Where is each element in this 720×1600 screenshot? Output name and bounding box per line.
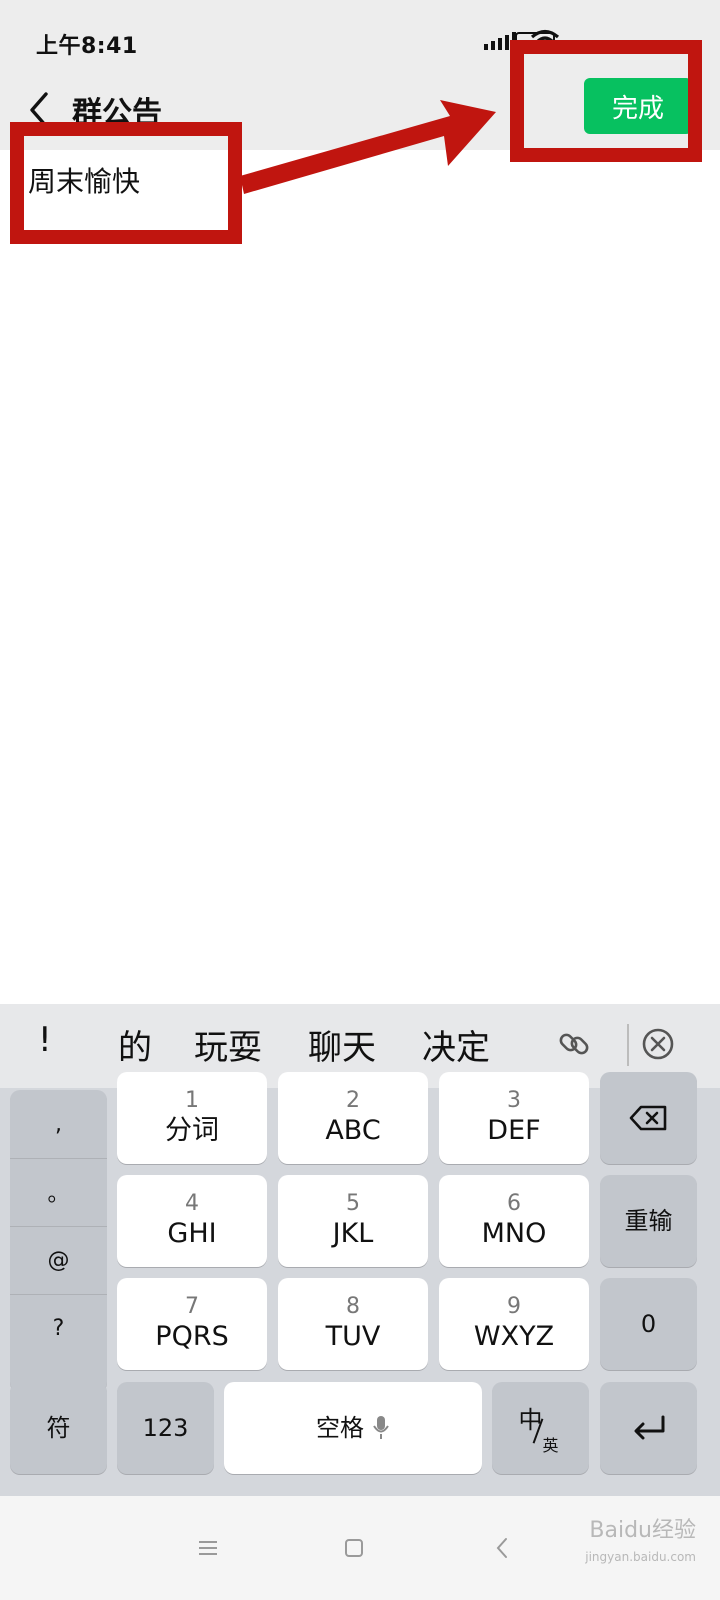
key-6[interactable]: 6 MNO	[439, 1175, 589, 1267]
key-number: 1	[185, 1088, 199, 1113]
key-label: PQRS	[155, 1321, 229, 1352]
key-label: TUV	[325, 1321, 381, 1352]
enter-icon	[634, 1415, 664, 1440]
home-button[interactable]	[332, 1526, 376, 1570]
key-3[interactable]: 3 DEF	[439, 1072, 589, 1164]
space-key[interactable]: 空格	[224, 1382, 482, 1474]
candidate-item[interactable]: 聊天	[308, 1020, 376, 1069]
menu-button[interactable]	[186, 1526, 230, 1570]
punctuation-key[interactable]: ?	[10, 1294, 107, 1362]
annotation-arrow-icon	[240, 100, 496, 194]
key-label: JKL	[332, 1218, 374, 1249]
watermark: Baidu经验 jingyan.baidu.com	[585, 1518, 696, 1570]
punctuation-column: , 。 @ ?	[10, 1090, 107, 1392]
punctuation-key[interactable]: 。	[10, 1158, 107, 1227]
key-number: 2	[346, 1088, 360, 1113]
back-nav-icon	[496, 1538, 507, 1558]
link-icon[interactable]	[556, 1026, 592, 1062]
language-switch-labels: 中 英	[511, 1398, 571, 1458]
key-number: 8	[346, 1294, 360, 1319]
key-label: 123	[142, 1414, 189, 1442]
key-label: DEF	[487, 1115, 541, 1146]
watermark-sub: jingyan.baidu.com	[585, 1550, 696, 1564]
backspace-key[interactable]	[600, 1072, 697, 1164]
number-mode-key[interactable]: 123	[117, 1382, 214, 1474]
watermark-text: Baidu经验	[589, 1518, 696, 1543]
notice-editor[interactable]: 周末愉快	[0, 150, 720, 1000]
punctuation-key[interactable]: ,	[10, 1090, 107, 1159]
home-icon	[345, 1539, 363, 1557]
keyboard: ! 的 玩耍 聊天 决定 , 。 @ ? 1 分词 2 ABC 3 DEF 4 …	[0, 1004, 720, 1496]
back-nav-button[interactable]	[480, 1526, 524, 1570]
candidate-item[interactable]: 决定	[422, 1020, 490, 1069]
key-number: 9	[507, 1294, 521, 1319]
key-number: 3	[507, 1088, 521, 1113]
key-number: 4	[185, 1191, 199, 1216]
reinput-key[interactable]: 重输	[600, 1175, 697, 1267]
key-5[interactable]: 5 JKL	[278, 1175, 428, 1267]
key-label: 重输	[624, 1207, 673, 1235]
system-nav-bar: Baidu经验 jingyan.baidu.com	[0, 1496, 720, 1600]
key-label: GHI	[167, 1218, 217, 1249]
key-number: 5	[346, 1191, 360, 1216]
candidate-item[interactable]: 玩耍	[194, 1020, 262, 1069]
candidate-item[interactable]: 的	[118, 1020, 152, 1069]
key-label: 符	[46, 1414, 71, 1442]
symbol-key[interactable]: 符	[10, 1382, 107, 1474]
key-4[interactable]: 4 GHI	[117, 1175, 267, 1267]
microphone-icon	[373, 1416, 389, 1439]
punctuation-key[interactable]: @	[10, 1226, 107, 1295]
candidate-item[interactable]: !	[38, 1020, 52, 1060]
key-7[interactable]: 7 PQRS	[117, 1278, 267, 1370]
key-label: 分词	[165, 1115, 219, 1146]
language-switch-key[interactable]: 中 英	[492, 1382, 589, 1474]
lang-sub-label: 英	[542, 1436, 559, 1455]
key-8[interactable]: 8 TUV	[278, 1278, 428, 1370]
key-label: WXYZ	[473, 1321, 555, 1352]
backspace-icon	[629, 1105, 666, 1131]
key-label: 空格	[316, 1414, 364, 1442]
key-label: ABC	[325, 1115, 381, 1146]
key-9[interactable]: 9 WXYZ	[439, 1278, 589, 1370]
key-number: 6	[507, 1191, 521, 1216]
key-number: 7	[185, 1294, 199, 1319]
key-label: MNO	[481, 1218, 547, 1249]
key-label: 0	[640, 1310, 657, 1338]
enter-key[interactable]	[600, 1382, 697, 1474]
close-keyboard-icon[interactable]	[640, 1026, 676, 1062]
zero-key[interactable]: 0	[600, 1278, 697, 1370]
key-1[interactable]: 1 分词	[117, 1072, 267, 1164]
menu-icon	[199, 1541, 217, 1555]
candidate-separator	[627, 1024, 629, 1066]
key-2[interactable]: 2 ABC	[278, 1072, 428, 1164]
